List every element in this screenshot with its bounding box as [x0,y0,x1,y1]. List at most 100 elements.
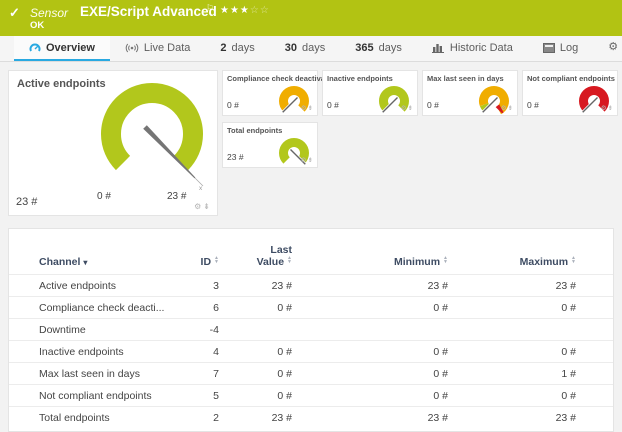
gauge-value: 23 # [227,152,244,162]
last-value: 23 # [227,407,300,429]
gauge-settings-icon[interactable]: ⚙ [401,105,408,112]
settings-gear-icon: ⚙ [608,42,618,53]
gauge-panel-inactive-endpoints[interactable]: Inactive endpoints 0 # ⚙⇟ [322,70,418,116]
maximum-value: 23 # [456,275,584,297]
gauge-scale-max: 23 # [167,191,186,202]
table-row: Compliance check deacti... 6 0 # 0 # 0 # [9,297,614,319]
gauge-panel-total-endpoints[interactable]: Total endpoints 23 # ⚙⇟ [222,122,318,168]
last-value [227,319,300,341]
channel-name: Not compliant endpoints [9,385,179,407]
channel-name: Max last seen in days [9,363,179,385]
total-endpoints-gauge [272,132,316,172]
table-row: Active endpoints 3 23 # 23 # 23 # [9,275,614,297]
sort-icon: ▲▼ [443,256,448,264]
column-header-maximum[interactable]: Maximum▲▼ [456,245,584,275]
minimum-value: 23 # [300,275,456,297]
channel-table-panel: Channel▾ ID▲▼ LastValue▲▼ Minimum▲▼ Maxi… [8,228,614,432]
channel-id: 7 [179,363,227,385]
last-value: 0 # [227,363,300,385]
gauge-panel-compliance-check[interactable]: Compliance check deactivated 0 # ⚙⇟ [222,70,318,116]
tab-2-days[interactable]: 2 days [205,36,269,61]
channel-id: 6 [179,297,227,319]
sort-icon: ▲▼ [571,256,576,264]
sensor-header-bar: ✓ Sensor EXE/Script Advanced ⚐ ★★★☆☆ OK [0,0,622,36]
column-header-channel[interactable]: Channel▾ [9,245,179,275]
minimum-value: 0 # [300,341,456,363]
bar-chart-icon [432,42,445,53]
table-row: Inactive endpoints 4 0 # 0 # 0 # [9,341,614,363]
maximum-value: 0 # [456,341,584,363]
gauge-panel-not-compliant[interactable]: Not compliant endpoints 0 # ⚙⇟ [522,70,618,116]
gauge-value: 0 # [427,100,439,110]
priority-flag-icon: ⚐ [206,3,214,14]
minimum-value: 23 # [300,407,456,429]
inactive-gauge [372,80,416,120]
channel-name: Total endpoints [9,407,179,429]
priority-stars[interactable]: ★★★☆☆ [220,5,270,16]
log-list-icon [543,43,555,53]
tab-settings[interactable]: ⚙ Settings [593,36,622,61]
sensor-title: EXE/Script Advanced [80,4,217,19]
pin-icon[interactable]: ⇟ [203,202,212,211]
maximum-value: 0 # [456,385,584,407]
table-row: Not compliant endpoints 5 0 # 0 # 0 # [9,385,614,407]
sort-desc-icon: ▾ [83,258,87,267]
last-value: 0 # [227,297,300,319]
stars-empty: ☆☆ [250,5,270,16]
sensor-status-text: OK [30,20,44,31]
live-signal-icon [125,42,139,53]
object-kind-label: Sensor [30,6,68,20]
stars-filled: ★★★ [220,5,250,16]
last-value: 0 # [227,385,300,407]
minimum-value: 0 # [300,297,456,319]
gauge-panel-active-endpoints[interactable]: Active endpoints x 0 # 23 # 23 # ⚙⇟ [8,70,218,216]
tab-bar: Overview Live Data 2 days 30 days 365 da… [0,36,622,62]
tab-365-days[interactable]: 365 days [340,36,417,61]
minimum-value: 0 # [300,363,456,385]
channel-id: 4 [179,341,227,363]
sort-icon: ▲▼ [287,256,292,264]
svg-text:x: x [199,185,203,192]
gauge-value: 23 # [16,196,37,208]
gauge-panel-max-last-seen[interactable]: Max last seen in days 0 # ⚙⇟ [422,70,518,116]
table-row: Max last seen in days 7 0 # 0 # 1 # [9,363,614,385]
gauge-settings-icon[interactable]: ⚙ [301,157,308,164]
pin-icon[interactable]: ⇟ [308,105,314,112]
channel-table: Channel▾ ID▲▼ LastValue▲▼ Minimum▲▼ Maxi… [9,245,614,428]
channel-name: Compliance check deacti... [9,297,179,319]
pin-icon[interactable]: ⇟ [608,105,614,112]
channel-id: -4 [179,319,227,341]
table-row: Downtime -4 [9,319,614,341]
tab-log[interactable]: Log [528,36,593,61]
column-header-actions [584,245,614,275]
column-header-minimum[interactable]: Minimum▲▼ [300,245,456,275]
channel-id: 3 [179,275,227,297]
column-header-id[interactable]: ID▲▼ [179,245,227,275]
pin-icon[interactable]: ⇟ [408,105,414,112]
maximum-value: 23 # [456,407,584,429]
tab-30-days[interactable]: 30 days [270,36,341,61]
active-endpoints-gauge: x [9,71,219,217]
sort-icon: ▲▼ [214,256,219,264]
status-ok-check-icon: ✓ [9,5,20,21]
gauge-value: 0 # [227,100,239,110]
channel-name: Inactive endpoints [9,341,179,363]
gauge-value: 0 # [527,100,539,110]
gauge-settings-icon[interactable]: ⚙ [501,105,508,112]
compliance-gauge [272,80,316,120]
column-header-last-value[interactable]: LastValue▲▼ [227,245,300,275]
gauge-settings-icon[interactable]: ⚙ [301,105,308,112]
tab-historic-data[interactable]: Historic Data [417,36,528,61]
channel-id: 5 [179,385,227,407]
tab-overview[interactable]: Overview [14,36,110,61]
gauge-settings-icon[interactable]: ⚙ [194,202,203,211]
tab-live-data[interactable]: Live Data [110,36,205,61]
minimum-value [300,319,456,341]
pin-icon[interactable]: ⇟ [508,105,514,112]
pin-icon[interactable]: ⇟ [308,157,314,164]
gauge-scale-min: 0 # [97,191,111,202]
maximum-value: 1 # [456,363,584,385]
channel-name: Active endpoints [9,275,179,297]
gauge-settings-icon[interactable]: ⚙ [601,105,608,112]
maximum-value: 0 # [456,297,584,319]
